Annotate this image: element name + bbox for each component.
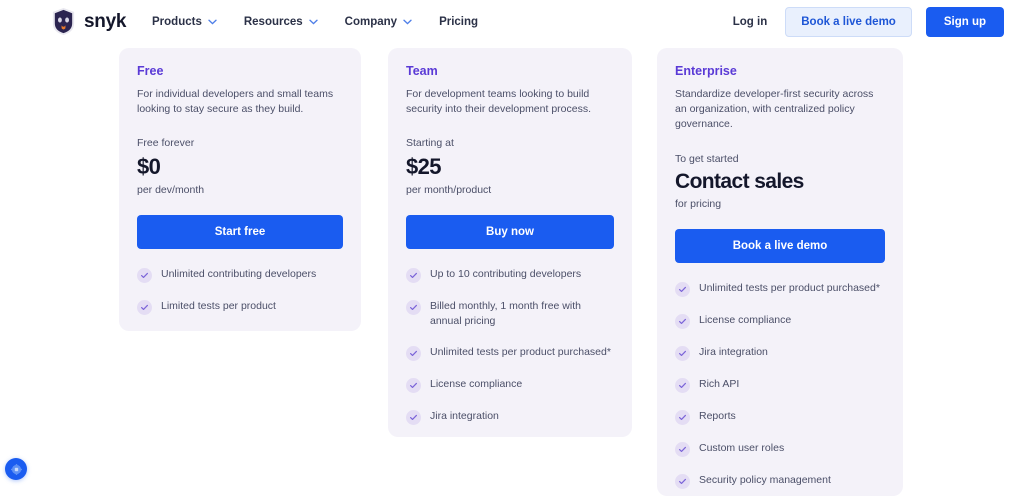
book-live-demo-button[interactable]: Book a live demo — [675, 228, 885, 263]
pricing-card-free: Free For individual developers and small… — [119, 48, 361, 331]
feature-list: Up to 10 contributing developers Billed … — [406, 267, 614, 426]
buy-now-button[interactable]: Buy now — [406, 214, 614, 249]
pricing-card-enterprise: Enterprise Standardize developer-first s… — [657, 48, 903, 496]
price-unit: per month/product — [406, 183, 492, 196]
list-item: Unlimited tests per product purchased* — [406, 345, 614, 362]
cookie-settings-button[interactable] — [5, 458, 27, 480]
list-item: Jira integration — [406, 409, 614, 426]
pricing-card-team: Team For development teams looking to bu… — [388, 48, 632, 437]
feature-list: Unlimited tests per product purchased* L… — [675, 281, 885, 489]
feature-label: Reports — [699, 409, 736, 422]
plan-name: Team — [406, 64, 438, 78]
feature-list: Unlimited contributing developers Limite… — [137, 267, 343, 315]
feature-label: Rich API — [699, 377, 740, 390]
plan-name: Free — [137, 64, 164, 78]
feature-label: Custom user roles — [699, 441, 785, 454]
plan-name: Enterprise — [675, 64, 737, 78]
list-item: Billed monthly, 1 month free with annual… — [406, 299, 614, 329]
feature-label: Unlimited tests per product purchased* — [430, 346, 611, 359]
check-icon — [675, 313, 690, 329]
list-item: Limited tests per product — [137, 299, 343, 315]
pricing-cards: Free For individual developers and small… — [0, 0, 1024, 504]
feature-label: Up to 10 contributing developers — [430, 267, 582, 280]
price-label: Starting at — [406, 137, 454, 150]
feature-label: License compliance — [430, 378, 523, 391]
price-unit: per dev/month — [137, 183, 205, 196]
price-value: $25 — [406, 154, 442, 180]
start-free-button[interactable]: Start free — [137, 214, 343, 249]
check-icon — [406, 378, 421, 394]
list-item: Rich API — [675, 377, 885, 393]
check-icon — [675, 409, 690, 425]
check-icon — [675, 345, 690, 361]
list-item: License compliance — [406, 377, 614, 394]
feature-label: License compliance — [699, 313, 792, 326]
price-unit: for pricing — [675, 197, 722, 210]
check-icon — [675, 377, 690, 393]
feature-label: Unlimited contributing developers — [161, 267, 317, 280]
check-icon — [137, 299, 152, 315]
check-icon — [406, 410, 421, 426]
check-icon — [406, 267, 421, 283]
price-value: Contact sales — [675, 169, 804, 193]
price-label: To get started — [675, 152, 739, 165]
check-icon — [675, 473, 690, 489]
feature-label: Billed monthly, 1 month free with annual… — [430, 299, 581, 327]
feature-label: Jira integration — [430, 410, 499, 423]
list-item: Jira integration — [675, 345, 885, 361]
price-label: Free forever — [137, 137, 195, 150]
cookie-settings-icon — [10, 463, 22, 475]
price-value: $0 — [137, 154, 161, 180]
list-item: Reports — [675, 409, 885, 425]
list-item: Custom user roles — [675, 441, 885, 457]
check-icon — [675, 281, 690, 297]
check-icon — [137, 267, 152, 283]
list-item: Up to 10 contributing developers — [406, 267, 614, 283]
feature-label: Unlimited tests per product purchased* — [699, 281, 880, 294]
feature-label: Security policy management — [699, 473, 831, 486]
list-item: License compliance — [675, 313, 885, 329]
list-item: Unlimited contributing developers — [137, 267, 343, 283]
list-item: Security policy management — [675, 473, 885, 489]
check-icon — [406, 346, 421, 362]
plan-description: For individual developers and small team… — [137, 88, 334, 116]
feature-label: Jira integration — [699, 345, 768, 358]
feature-label: Limited tests per product — [161, 299, 276, 312]
check-icon — [675, 441, 690, 457]
plan-description: For development teams looking to build s… — [406, 88, 592, 116]
plan-description: Standardize developer-first security acr… — [675, 88, 874, 131]
check-icon — [406, 299, 421, 315]
list-item: Unlimited tests per product purchased* — [675, 281, 885, 297]
